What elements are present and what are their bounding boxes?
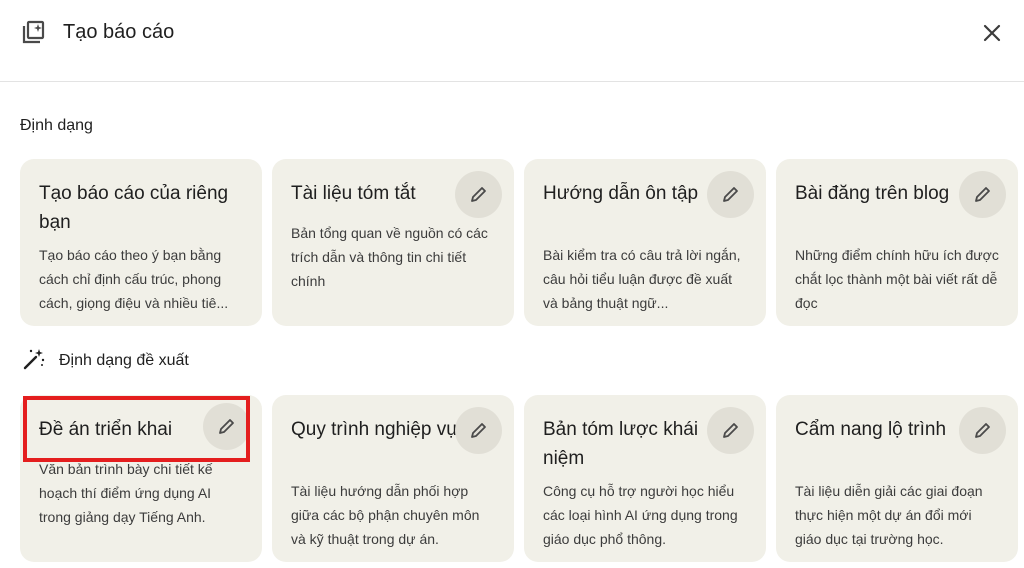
card-title: Tài liệu tóm tắt xyxy=(291,183,416,204)
pencil-icon xyxy=(471,423,486,438)
card-title: Hướng dẫn ôn tập xyxy=(543,183,699,204)
edit-button[interactable] xyxy=(203,403,250,450)
card-title: Bản tóm lược khái niệm xyxy=(543,419,699,469)
format-card-blog-post[interactable]: Bài đăng trên blog Những điểm chính hữu … xyxy=(776,159,1018,326)
close-icon[interactable] xyxy=(976,17,1008,49)
format-card-custom-report[interactable]: Tạo báo cáo của riêng bạn Tạo báo cáo th… xyxy=(20,159,262,326)
suggested-card-concept-summary[interactable]: Bản tóm lược khái niệm Công cụ hỗ trợ ng… xyxy=(524,395,766,562)
card-description: Tài liệu hướng dẫn phối hợp giữa các bộ … xyxy=(291,483,480,547)
card-description: Tài liệu diễn giải các giai đoạn thực hi… xyxy=(795,483,983,547)
suggested-formats-heading: Định dạng đề xuất xyxy=(59,352,189,369)
card-title: Đề án triển khai xyxy=(39,419,173,440)
card-title: Tạo báo cáo của riêng bạn xyxy=(39,183,229,233)
format-card-study-guide[interactable]: Hướng dẫn ôn tập Bài kiểm tra có câu trả… xyxy=(524,159,766,326)
edit-button[interactable] xyxy=(959,407,1006,454)
card-description: Những điểm chính hữu ích được chắt lọc t… xyxy=(795,247,999,311)
card-title: Cẩm nang lộ trình xyxy=(795,419,947,440)
edit-button[interactable] xyxy=(455,171,502,218)
format-card-briefing-doc[interactable]: Tài liệu tóm tắt Bản tổng quan về nguồn … xyxy=(272,159,514,326)
edit-button[interactable] xyxy=(707,171,754,218)
pencil-icon xyxy=(723,423,738,438)
pencil-icon xyxy=(975,187,990,202)
edit-button[interactable] xyxy=(707,407,754,454)
pencil-icon xyxy=(975,423,990,438)
dialog-header: Tạo báo cáo xyxy=(0,0,1024,82)
pencil-icon xyxy=(723,187,738,202)
card-description: Bản tổng quan về nguồn có các trích dẫn … xyxy=(291,225,488,289)
edit-button[interactable] xyxy=(959,171,1006,218)
pencil-icon xyxy=(219,419,234,434)
card-description: Tạo báo cáo theo ý bạn bằng cách chỉ địn… xyxy=(39,247,229,311)
dialog-title: Tạo báo cáo xyxy=(63,21,175,43)
pencil-icon xyxy=(471,187,486,202)
edit-button[interactable] xyxy=(455,407,502,454)
suggested-card-roadmap-handbook[interactable]: Cẩm nang lộ trình Tài liệu diễn giải các… xyxy=(776,395,1018,562)
card-description: Bài kiểm tra có câu trả lời ngắn, câu hỏ… xyxy=(543,247,741,311)
formats-heading: Định dạng xyxy=(20,117,93,134)
suggested-card-implementation-plan[interactable]: Đề án triển khai Văn bản trình bày chi t… xyxy=(20,395,262,562)
report-sparkle-icon xyxy=(22,20,45,44)
card-description: Văn bản trình bày chi tiết kế hoạch thí … xyxy=(39,461,213,525)
magic-wand-icon xyxy=(23,349,45,370)
suggested-card-business-process[interactable]: Quy trình nghiệp vụ Tài liệu hướng dẫn p… xyxy=(272,395,514,562)
card-title: Bài đăng trên blog xyxy=(795,183,950,204)
card-title: Quy trình nghiệp vụ xyxy=(291,419,457,440)
card-description: Công cụ hỗ trợ người học hiểu các loại h… xyxy=(543,483,738,547)
